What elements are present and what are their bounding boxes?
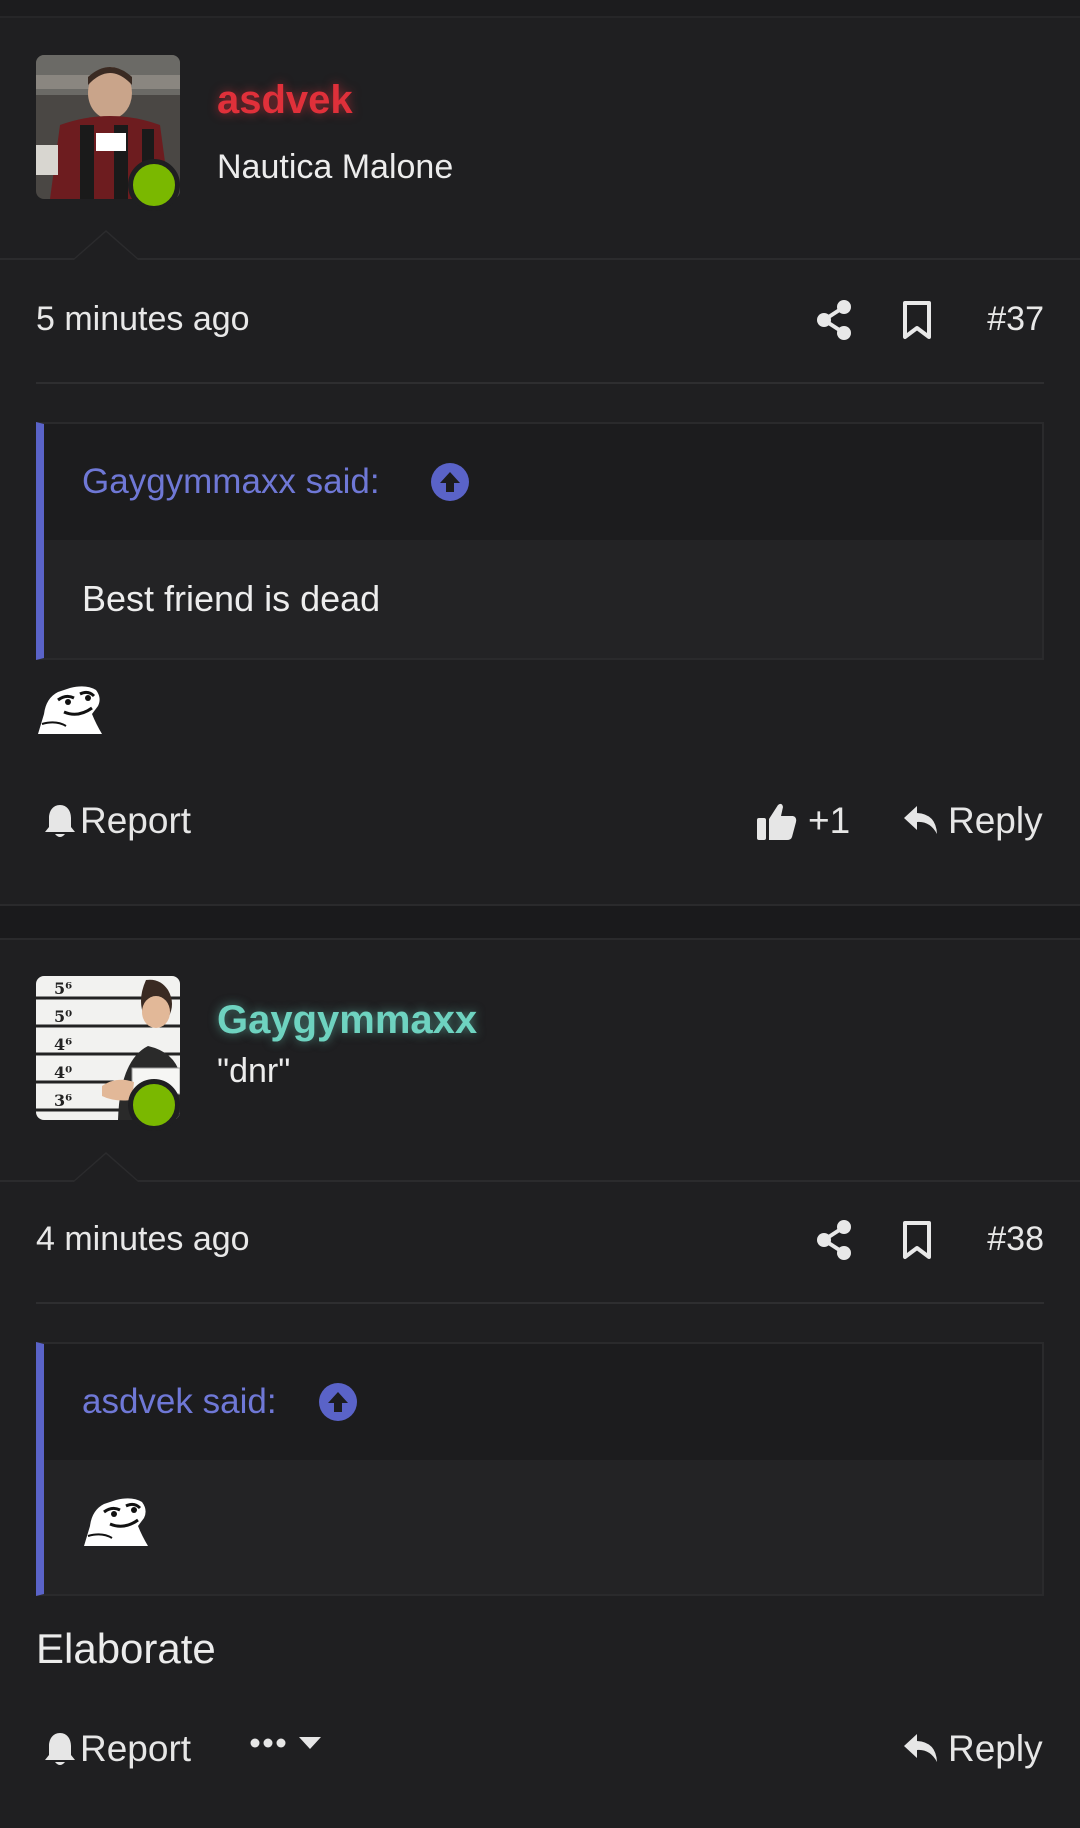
quote-block: Gaygymmaxx said: Best friend is dead [36,422,1044,660]
caret-down-icon [299,1737,321,1749]
svg-text:5⁰: 5⁰ [54,1007,72,1026]
post-37-user-header: asdvek Nautica Malone [0,18,1080,260]
reply-button[interactable]: Reply [902,800,1043,842]
smug-face-emoji [36,680,102,739]
smug-face-emoji [82,1492,148,1551]
report-label: Report [80,1728,192,1769]
report-label: Report [80,800,192,841]
more-dots-icon [250,1738,286,1748]
quote-block: asdvek said: [36,1342,1044,1596]
header-pointer [72,1152,140,1182]
post-time[interactable]: 4 minutes ago [36,1220,250,1259]
post-username[interactable]: Gaygymmaxx [217,998,477,1043]
bell-icon [45,1733,75,1765]
user-title: "dnr" [217,1052,291,1090]
go-to-quote-icon[interactable] [430,462,470,507]
post-number[interactable]: #38 [987,1220,1044,1259]
bookmark-icon[interactable] [902,300,932,345]
reply-button[interactable]: Reply [902,1728,1043,1770]
quote-author[interactable]: Gaygymmaxx said: [82,462,380,502]
post-time[interactable]: 5 minutes ago [36,300,250,339]
post-38-meta: 4 minutes ago #38 [36,1210,1044,1270]
top-edge [0,0,1080,18]
more-options-button[interactable] [250,1736,322,1750]
reply-icon [904,806,937,834]
post-number[interactable]: #37 [987,300,1044,339]
user-title: Nautica Malone [217,148,454,186]
online-status-dot [128,1079,180,1131]
header-pointer [72,230,140,260]
divider [36,1302,1044,1304]
go-to-quote-icon[interactable] [318,1382,358,1427]
post-38-user-header: 5⁶ 5⁰ 4⁶ 4⁰ 3⁶ Gaygymmaxx "dnr" [0,940,1080,1182]
quote-author[interactable]: asdvek said: [82,1382,277,1422]
post-37-meta: 5 minutes ago #37 [36,290,1044,350]
svg-text:5⁶: 5⁶ [54,979,72,998]
svg-text:4⁰: 4⁰ [54,1063,72,1082]
bookmark-icon[interactable] [902,1220,932,1265]
post-body: Elaborate [36,1625,216,1672]
reaction-count: +1 [808,800,851,841]
thread-page: asdvek Nautica Malone 5 minutes ago #37 … [0,0,1080,1828]
post-38-actions: Report Reply [36,1728,1044,1788]
share-icon[interactable] [816,300,852,345]
reply-icon [904,1734,937,1762]
bell-icon [45,805,75,837]
reply-label: Reply [948,1728,1043,1769]
reply-label: Reply [948,800,1043,841]
like-button[interactable]: +1 [756,800,850,842]
svg-text:4⁶: 4⁶ [54,1035,72,1054]
quote-header[interactable]: Gaygymmaxx said: [44,424,1042,540]
quote-body: Best friend is dead [82,578,381,619]
share-icon[interactable] [816,1220,852,1265]
post-separator [0,904,1080,940]
online-status-dot [128,159,180,211]
report-button[interactable]: Report [44,800,191,842]
post-username[interactable]: asdvek [217,78,353,123]
quote-header[interactable]: asdvek said: [44,1344,1042,1460]
post-37-actions: Report +1 Reply [36,800,1044,860]
divider [36,382,1044,384]
thumbs-up-icon [757,803,797,840]
svg-text:3⁶: 3⁶ [54,1091,72,1110]
report-button[interactable]: Report [44,1728,191,1770]
